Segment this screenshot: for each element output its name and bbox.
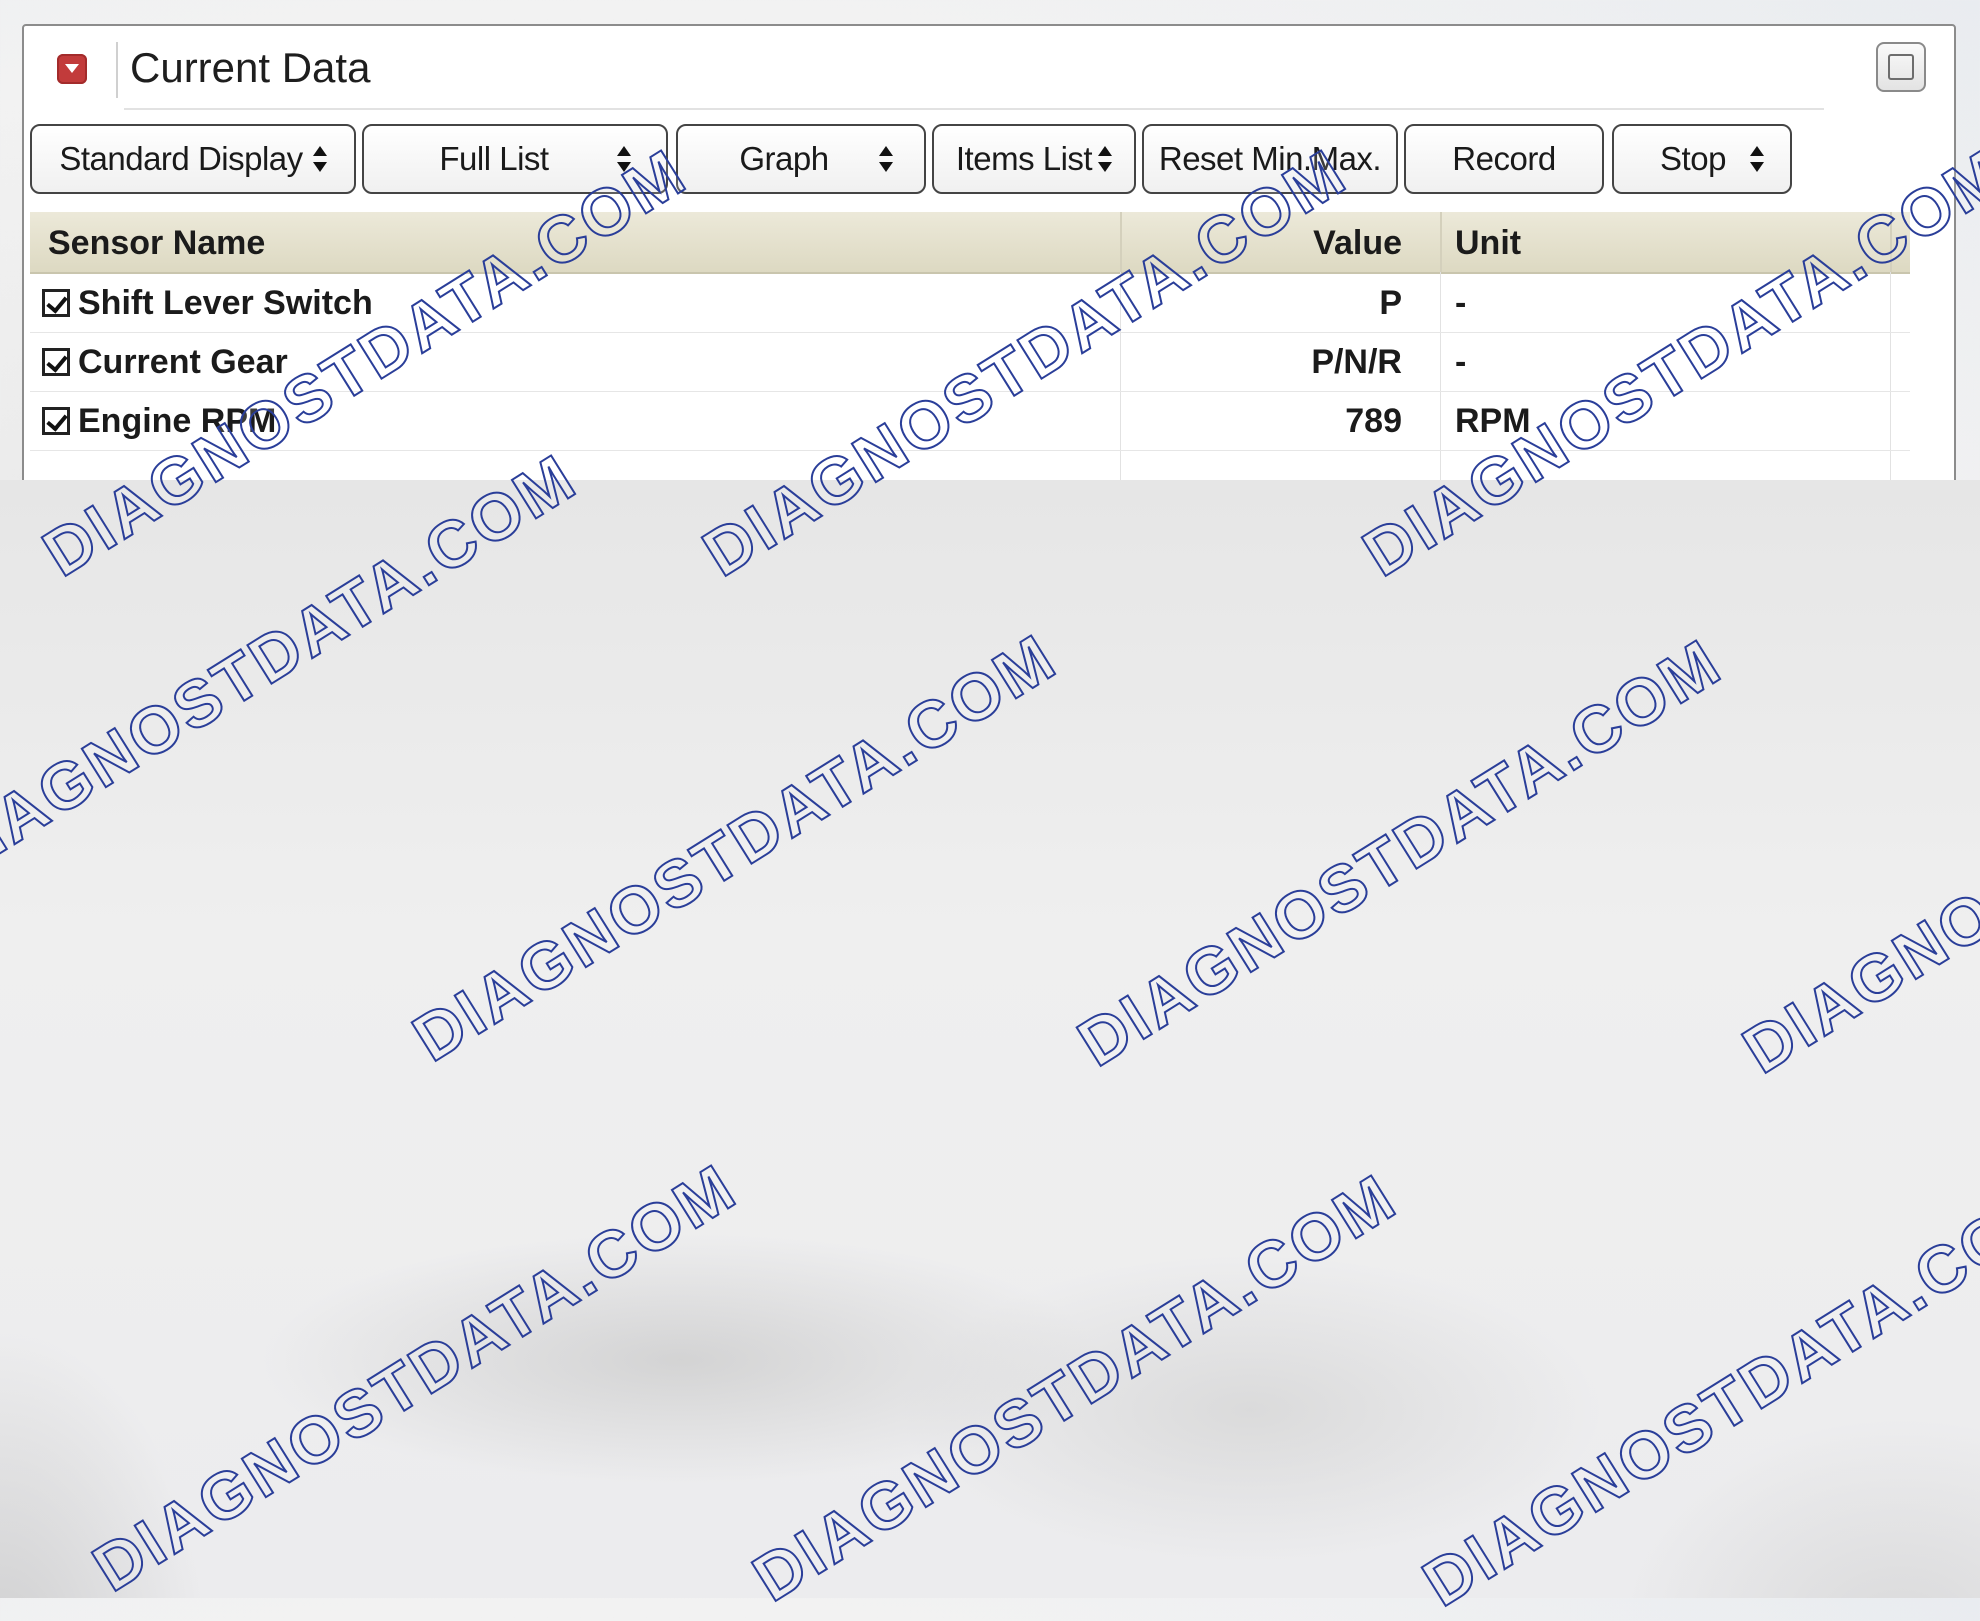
header-unit[interactable]: Unit — [1455, 224, 1521, 263]
standard-display-label: Standard Display — [59, 140, 303, 177]
row-checkbox[interactable] — [42, 289, 70, 317]
collapse-icon[interactable] — [57, 54, 87, 84]
items-list-label: Items List — [955, 140, 1093, 177]
stop-label: Stop — [1660, 140, 1726, 177]
standard-display-select[interactable]: Standard Display — [30, 124, 356, 194]
select-arrows-icon — [1098, 144, 1113, 174]
full-list-label: Full List — [439, 140, 549, 177]
record-button[interactable]: Record — [1404, 124, 1604, 194]
row-checkbox[interactable] — [42, 348, 70, 376]
value-cell: P/N/R — [1311, 343, 1402, 381]
title-divider-line — [124, 108, 1824, 110]
items-list-select[interactable]: Items List — [932, 124, 1136, 194]
graph-label: Graph — [739, 140, 829, 177]
select-arrows-icon — [1749, 144, 1764, 174]
column-divider[interactable] — [1440, 212, 1442, 272]
select-arrows-icon — [878, 144, 893, 174]
record-label: Record — [1452, 140, 1556, 177]
value-cell: P — [1379, 284, 1402, 322]
maximize-icon[interactable] — [1876, 42, 1926, 92]
window-title: Current Data — [130, 44, 371, 91]
table-header: Sensor Name Value Unit — [30, 212, 1910, 274]
value-cell: 789 — [1345, 402, 1402, 440]
table-row[interactable]: Shift Lever Switch P - — [30, 274, 1910, 333]
stop-select[interactable]: Stop — [1612, 124, 1792, 194]
sensor-name-cell: Shift Lever Switch — [78, 284, 373, 322]
sensor-name-cell: Current Gear — [78, 343, 288, 381]
header-value[interactable]: Value — [1313, 224, 1402, 263]
graph-select[interactable]: Graph — [676, 124, 926, 194]
unit-cell: - — [1455, 284, 1467, 322]
unit-cell: - — [1455, 343, 1467, 381]
header-sensor-name[interactable]: Sensor Name — [48, 224, 265, 263]
select-arrows-icon — [312, 144, 327, 174]
row-checkbox[interactable] — [42, 407, 70, 435]
title-divider — [116, 42, 118, 98]
title-bar: Current Data — [24, 26, 1954, 110]
